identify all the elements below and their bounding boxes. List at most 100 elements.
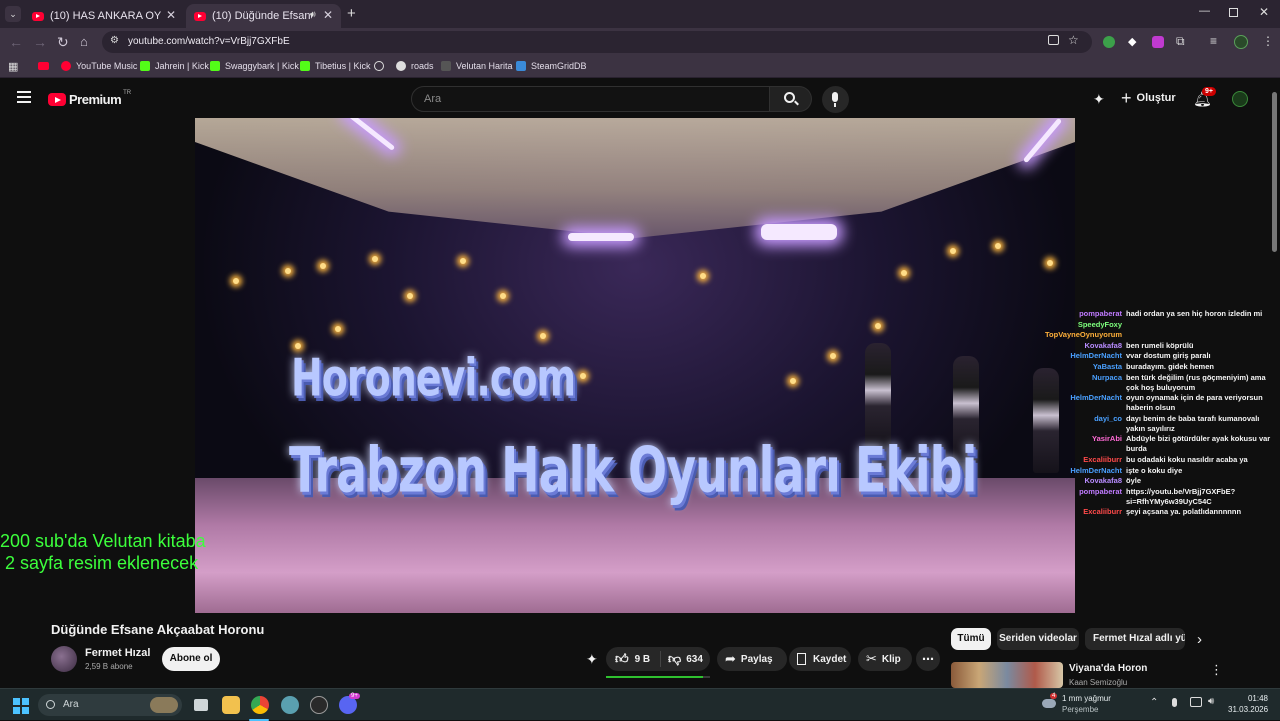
chat-username: YaBasta (1092, 361, 1122, 371)
network-app-icon[interactable] (281, 696, 299, 714)
share-button[interactable]: ➦ Paylaş (717, 647, 787, 671)
windows-start-icon[interactable] (13, 698, 29, 714)
chevron-right-icon[interactable]: › (1197, 631, 1202, 648)
overlay-line: 2 sayfa resim eklenecek (5, 553, 199, 573)
chat-username: SpeedyFoxy (1077, 319, 1122, 329)
extension-diamond-icon[interactable]: ◆ (1128, 35, 1136, 48)
globe-bookmark-icon[interactable] (374, 61, 384, 71)
chat-text: ben türk değilim (rus göçmeniyim) ama ço… (1126, 372, 1266, 392)
clock[interactable]: 01:48 31.03.2026 (1228, 694, 1268, 714)
extension-ai-icon[interactable]: ✦ (586, 651, 598, 668)
chat-message: SpeedyFoxy (1040, 320, 1280, 330)
recommendation-channel[interactable]: Kaan Semizoğlu (1069, 678, 1127, 687)
bookmark-velutan-harita[interactable]: Velutan Harita (441, 61, 513, 71)
microphone-icon (832, 92, 838, 102)
bookmark-label: Velutan Harita (456, 61, 513, 71)
youtube-favicon-icon (194, 11, 206, 21)
subscribe-button[interactable]: Abone ol (162, 647, 220, 671)
forward-icon[interactable]: → (33, 34, 47, 50)
tab-dugunde-efsane[interactable]: (10) Düğünde Efsane Akça 🔊︎ ✕ (186, 4, 341, 28)
install-app-icon[interactable] (1048, 35, 1059, 45)
bookmark-label: YouTube Music (76, 61, 138, 71)
account-avatar[interactable] (1232, 91, 1248, 107)
reading-list-icon[interactable]: ≡ (1210, 34, 1217, 48)
search-button[interactable] (770, 86, 812, 112)
site-info-icon[interactable]: ⚙ (110, 35, 119, 46)
file-explorer-icon[interactable] (222, 696, 240, 714)
search-highlight-icon (150, 697, 178, 713)
youtube-music-icon (61, 61, 71, 71)
chat-username: Kovakafa8 (1084, 476, 1122, 486)
tab-has-ankara[interactable]: (10) HAS ANKARA OYUNU & A ✕ (24, 4, 184, 28)
bookmark-roads[interactable]: roads (396, 61, 434, 71)
channel-name[interactable]: Fermet Hızal (85, 647, 150, 659)
chat-text: oyun oynamak için de para veriyorsun hab… (1126, 393, 1263, 413)
network-tray-icon[interactable] (1190, 697, 1202, 707)
extension-pink-icon[interactable] (1152, 36, 1164, 48)
bookmark-swaggybark-kick[interactable]: Swaggybark | Kick (210, 61, 299, 71)
bookmark-steamgriddb[interactable]: SteamGridDB (516, 61, 587, 71)
youtube-logo[interactable]: Premium TR (48, 90, 131, 107)
bookmark-jahrein-kick[interactable]: Jahrein | Kick (140, 61, 209, 71)
dislike-button[interactable]: 👎︎ 634 (661, 651, 703, 667)
apps-grid-icon[interactable]: ▦ (8, 60, 18, 73)
chat-message: Nurpaca ben türk değilim (rus göçmeniyim)… (1040, 373, 1280, 393)
address-bar[interactable]: ⚙ youtube.com/watch?v=VrBjj7GXFbE ☆ (102, 31, 1092, 53)
chat-message: dayi_co dayı benim de baba tarafı kumanov… (1040, 414, 1280, 434)
recommendation-title[interactable]: Viyana'da Horon (1069, 663, 1147, 674)
notification-badge: 9+ (1202, 87, 1216, 96)
taskbar-search[interactable]: Ara (38, 694, 182, 716)
subscriber-count: 2,59 B abone (85, 662, 133, 671)
close-tab-icon[interactable]: ✕ (323, 8, 333, 22)
extensions-puzzle-icon[interactable]: ⧉ (1176, 34, 1185, 49)
chrome-icon[interactable] (251, 696, 269, 714)
chat-username: Excaliiburr (1083, 454, 1122, 464)
save-button[interactable]: Kaydet (789, 647, 851, 671)
clip-button[interactable]: ✂ Klip (858, 647, 912, 671)
profile-avatar[interactable] (1234, 35, 1248, 49)
youtube-bookmark-icon[interactable] (38, 62, 49, 70)
voice-search-button[interactable] (822, 86, 849, 113)
speaker-icon[interactable]: 🔊︎ (310, 9, 316, 20)
channel-avatar[interactable] (51, 646, 77, 672)
volume-tray-icon[interactable]: 🔊︎ (1208, 696, 1214, 707)
task-view-icon[interactable] (194, 699, 208, 711)
create-button[interactable]: + Oluştur (1121, 89, 1176, 107)
restore-window-icon[interactable] (1229, 8, 1238, 17)
chip-series-videos[interactable]: Seriden videolar (997, 628, 1079, 650)
notifications-button[interactable]: 🔔︎ 9+ (1193, 87, 1216, 109)
more-actions-button[interactable]: ⋯ (916, 647, 940, 671)
home-icon[interactable]: ⌂ (80, 34, 88, 50)
bookmark-youtube-music[interactable]: YouTube Music (61, 61, 137, 71)
chat-username: dayi_co (1094, 413, 1122, 423)
like-button[interactable]: 👍︎ 9 B (606, 651, 661, 667)
hamburger-menu-icon[interactable] (17, 91, 31, 103)
search-placeholder: Ara (424, 93, 442, 105)
new-tab-button[interactable]: + (347, 5, 356, 22)
minimize-window-icon[interactable]: — (1199, 5, 1210, 17)
tab-title: (10) Düğünde Efsane Akça (212, 10, 312, 22)
browser-menu-icon[interactable]: ⋮ (1262, 34, 1274, 48)
recommendation-menu-icon[interactable]: ⋮ (1210, 662, 1223, 678)
chip-all[interactable]: Tümü (951, 628, 991, 650)
extension-shield-icon[interactable] (1103, 36, 1115, 48)
steam-icon[interactable] (310, 696, 328, 714)
tab-search-button[interactable]: ⌄ (5, 6, 21, 22)
recommendation-thumbnail[interactable] (951, 662, 1063, 688)
close-window-icon[interactable]: ✕ (1259, 5, 1269, 19)
video-player[interactable]: Horonevi.com Trabzon Halk Oyunları Ekibi (195, 118, 1075, 613)
stage-light (568, 233, 634, 241)
reload-icon[interactable]: ↻ (57, 34, 69, 50)
chat-text: işte o koku diye (1126, 465, 1183, 475)
page-scrollbar[interactable] (1272, 92, 1277, 252)
close-tab-icon[interactable]: ✕ (166, 8, 176, 22)
bookmark-label: Tibetius | Kick (315, 61, 371, 71)
bookmark-star-icon[interactable]: ☆ (1068, 33, 1079, 47)
cast-extension-icon[interactable]: ✦ (1093, 91, 1105, 108)
back-icon[interactable]: ← (9, 34, 23, 50)
chip-channel-uploads[interactable]: Fermet Hızal adlı yük (1085, 628, 1185, 650)
bookmark-tibetius-kick[interactable]: Tibetius | Kick (300, 61, 371, 71)
microphone-tray-icon[interactable] (1172, 698, 1177, 707)
search-input[interactable]: Ara (411, 86, 770, 112)
tray-chevron-icon[interactable]: ⌃ (1150, 697, 1158, 708)
